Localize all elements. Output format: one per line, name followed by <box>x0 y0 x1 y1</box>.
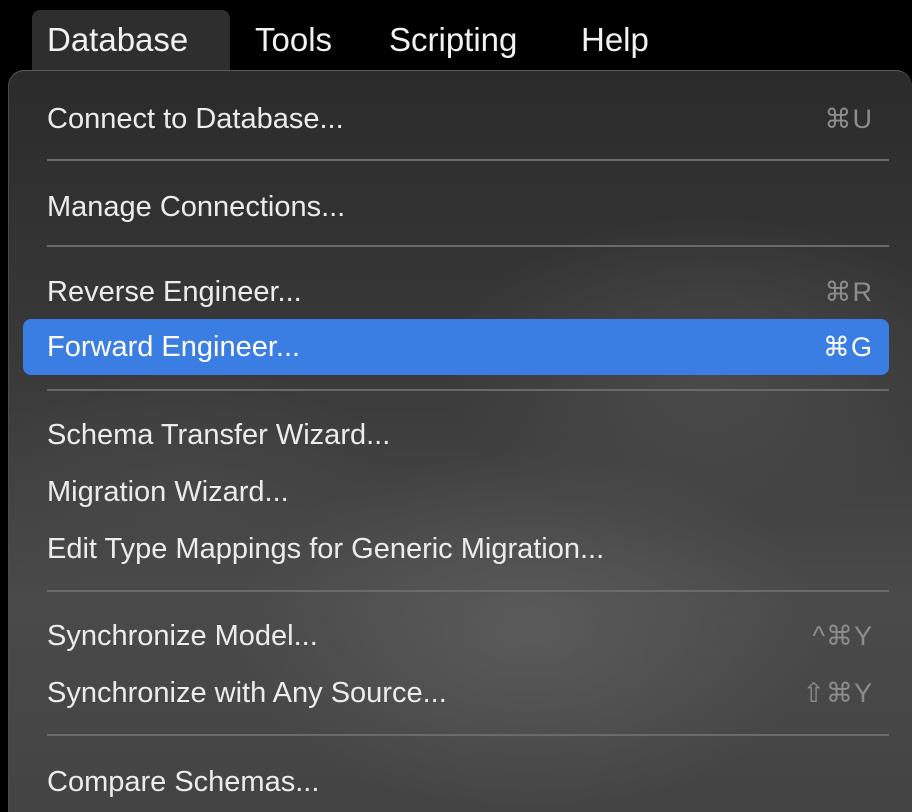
menu-item-manage-connections[interactable]: Manage Connections... <box>23 179 889 235</box>
menu-item-shortcut: ⇧⌘Y <box>802 678 873 708</box>
menu-item-migration-wizard[interactable]: Migration Wizard... <box>23 464 889 520</box>
menu-separator <box>47 590 889 592</box>
menu-item-shortcut: ⌘U <box>824 104 873 134</box>
menu-item-label: Edit Type Mappings for Generic Migration… <box>47 533 605 565</box>
menubar-database[interactable]: Database <box>32 10 230 70</box>
menubar-scripting[interactable]: Scripting <box>374 10 532 70</box>
menu-bar: Database Tools Scripting Help <box>0 0 912 70</box>
menu-separator <box>47 245 889 247</box>
menu-item-label: Manage Connections... <box>47 191 346 223</box>
menubar-tools[interactable]: Tools <box>240 10 347 70</box>
menu-item-label: Connect to Database... <box>47 103 344 135</box>
menubar-help[interactable]: Help <box>566 10 664 70</box>
screen: Database Tools Scripting Help Connect to… <box>0 0 912 812</box>
menu-item-reverse-engineer[interactable]: Reverse Engineer... ⌘R <box>23 264 889 320</box>
menu-item-synchronize-model[interactable]: Synchronize Model... ^⌘Y <box>23 608 889 664</box>
menu-item-compare-schemas[interactable]: Compare Schemas... <box>23 754 889 810</box>
menu-item-label: Schema Transfer Wizard... <box>47 419 391 451</box>
menu-separator <box>47 159 889 161</box>
menu-item-forward-engineer[interactable]: Forward Engineer... ⌘G <box>23 319 889 375</box>
menu-item-shortcut: ⌘R <box>824 277 873 307</box>
menu-item-schema-transfer-wizard[interactable]: Schema Transfer Wizard... <box>23 407 889 463</box>
menu-item-label: Compare Schemas... <box>47 766 320 798</box>
menu-item-shortcut: ^⌘Y <box>812 621 873 651</box>
menu-separator <box>47 734 889 736</box>
menu-separator <box>47 389 889 391</box>
database-menu: Connect to Database... ⌘U Manage Connect… <box>8 70 912 812</box>
menu-item-edit-type-mappings[interactable]: Edit Type Mappings for Generic Migration… <box>23 521 889 577</box>
menu-item-connect-to-database[interactable]: Connect to Database... ⌘U <box>23 91 889 147</box>
menu-item-label: Migration Wizard... <box>47 476 289 508</box>
menu-item-label: Reverse Engineer... <box>47 276 302 308</box>
menu-item-synchronize-any-source[interactable]: Synchronize with Any Source... ⇧⌘Y <box>23 665 889 721</box>
menu-item-label: Synchronize Model... <box>47 620 318 652</box>
menu-item-shortcut: ⌘G <box>822 332 873 362</box>
menu-item-label: Synchronize with Any Source... <box>47 677 447 709</box>
menu-item-label: Forward Engineer... <box>47 331 301 363</box>
